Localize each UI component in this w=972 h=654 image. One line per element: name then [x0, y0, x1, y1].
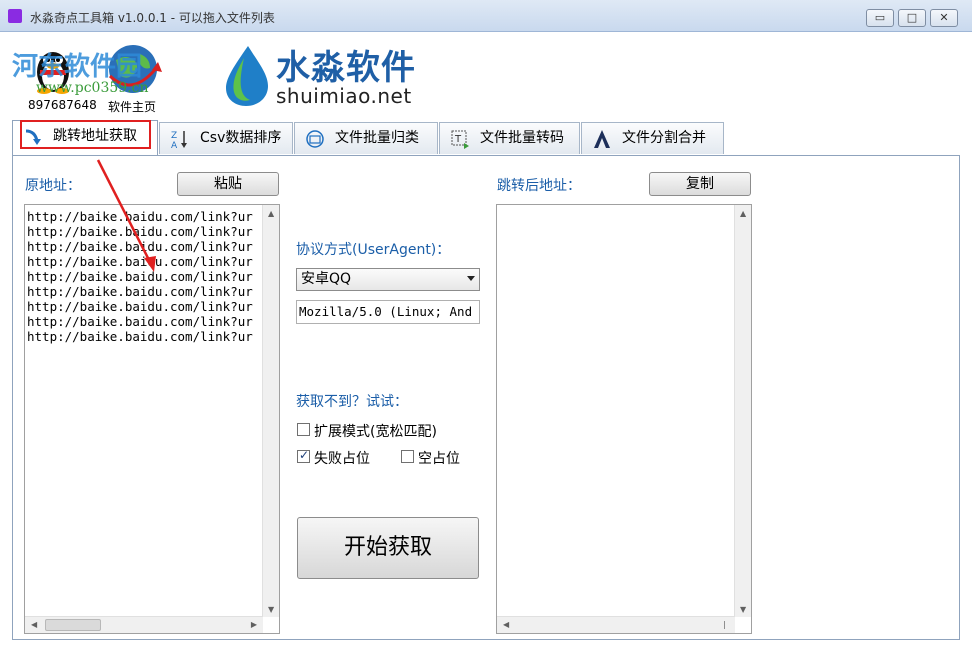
- extend-mode-checkbox[interactable]: [297, 423, 310, 436]
- start-fetch-button[interactable]: 开始获取: [297, 517, 479, 579]
- useragent-selected-value: 安卓QQ: [301, 271, 352, 287]
- url-line: http://baike.baidu.com/link?ur: [27, 209, 253, 224]
- fail-placeholder-label[interactable]: 失败占位: [314, 448, 370, 468]
- maximize-button[interactable]: □: [898, 9, 926, 27]
- tab-file-classify[interactable]: 文件批量归类: [294, 122, 438, 154]
- home-caption[interactable]: 软件主页: [108, 98, 156, 115]
- tab-file-split-merge[interactable]: 文件分割合并: [581, 122, 724, 154]
- chevron-down-icon: [467, 276, 475, 281]
- useragent-label: 协议方式(UserAgent)：: [296, 242, 451, 258]
- url-line: http://baike.baidu.com/link?ur: [27, 299, 253, 314]
- useragent-string-field[interactable]: Mozilla/5.0 (Linux; And: [296, 300, 480, 324]
- extend-mode-label[interactable]: 扩展模式(宽松匹配): [314, 421, 437, 441]
- svg-text:A: A: [171, 141, 178, 149]
- url-line: http://baike.baidu.com/link?ur: [27, 254, 253, 269]
- result-url-label: 跳转后地址：: [497, 178, 581, 194]
- source-url-textarea[interactable]: http://baike.baidu.com/link?ur http://bai…: [24, 204, 280, 634]
- retry-label: 获取不到？试试：: [296, 394, 408, 410]
- vertical-scrollbar[interactable]: ▲ ▼: [734, 205, 751, 617]
- scroll-right-icon[interactable]: ▶: [251, 620, 257, 629]
- tab-csv-sort[interactable]: ZA Csv数据排序: [159, 122, 293, 154]
- watermark-title: 河东软件园: [12, 52, 143, 82]
- tab-label: 文件分割合并: [622, 130, 706, 146]
- close-button[interactable]: ✕: [930, 9, 958, 27]
- qq-caption[interactable]: 897687648: [28, 98, 97, 112]
- useragent-select[interactable]: 安卓QQ: [296, 268, 480, 291]
- copy-button[interactable]: 复制: [649, 172, 751, 196]
- tab-file-transcode[interactable]: T 文件批量转码: [439, 122, 580, 154]
- scroll-thumb[interactable]: [45, 619, 101, 631]
- horizontal-scrollbar[interactable]: ◀ ▶: [25, 616, 263, 633]
- tab-label: 文件批量归类: [335, 130, 419, 146]
- fail-placeholder-checkbox[interactable]: [297, 448, 310, 463]
- scroll-left-icon[interactable]: ◀: [31, 620, 37, 629]
- watermark-url: www.pc0359.cn: [36, 80, 149, 96]
- scroll-up-icon[interactable]: ▲: [268, 209, 274, 218]
- header-banner: 河东软件园 www.pc0359.cn 897687648 软件主页 水淼软件 …: [0, 32, 972, 120]
- svg-text:Z: Z: [171, 131, 177, 141]
- svg-text:T: T: [454, 134, 462, 145]
- classify-icon: [306, 130, 324, 148]
- highlight-box: [20, 120, 151, 149]
- empty-placeholder-checkbox[interactable]: [401, 450, 414, 463]
- paste-button[interactable]: 粘贴: [177, 172, 279, 196]
- logo-title: 水淼软件: [276, 48, 416, 88]
- logo-subtitle: shuimiao.net: [276, 84, 412, 108]
- url-line: http://baike.baidu.com/link?ur: [27, 269, 253, 284]
- url-line: http://baike.baidu.com/link?ur: [27, 224, 253, 239]
- tab-label: 文件批量转码: [480, 130, 564, 146]
- tab-bar: 跳转地址获取 ZA Csv数据排序 文件批量归类 T 文件批量转码 文件分割合并: [12, 120, 960, 156]
- scroll-divider-icon: |: [723, 620, 726, 629]
- source-url-label: 原地址：: [25, 178, 81, 194]
- horizontal-scrollbar[interactable]: ◀ |: [497, 616, 735, 633]
- url-line: http://baike.baidu.com/link?ur: [27, 314, 253, 329]
- empty-placeholder-label[interactable]: 空占位: [418, 448, 460, 468]
- vertical-scrollbar[interactable]: ▲ ▼: [262, 205, 279, 617]
- split-merge-icon: [594, 130, 610, 148]
- url-line: http://baike.baidu.com/link?ur: [27, 284, 253, 299]
- scroll-down-icon[interactable]: ▼: [740, 605, 746, 614]
- sort-az-icon: ZA: [171, 131, 187, 149]
- result-url-textarea[interactable]: ▲ ▼ ◀ |: [496, 204, 752, 634]
- title-bar: 水淼奇点工具箱 v1.0.0.1 - 可以拖入文件列表 ▭ □ ✕: [0, 0, 972, 32]
- scroll-up-icon[interactable]: ▲: [740, 209, 746, 218]
- tab-label: Csv数据排序: [200, 130, 282, 146]
- scroll-down-icon[interactable]: ▼: [268, 605, 274, 614]
- transcode-icon: T: [451, 130, 469, 149]
- water-drop-logo-icon: [226, 46, 268, 106]
- url-list: http://baike.baidu.com/link?ur http://bai…: [27, 209, 259, 344]
- window-title: 水淼奇点工具箱 v1.0.0.1 - 可以拖入文件列表: [30, 11, 275, 25]
- app-icon: [8, 9, 22, 23]
- url-line: http://baike.baidu.com/link?ur: [27, 329, 253, 344]
- scroll-left-icon[interactable]: ◀: [503, 620, 509, 629]
- minimize-button[interactable]: ▭: [866, 9, 894, 27]
- url-line: http://baike.baidu.com/link?ur: [27, 239, 253, 254]
